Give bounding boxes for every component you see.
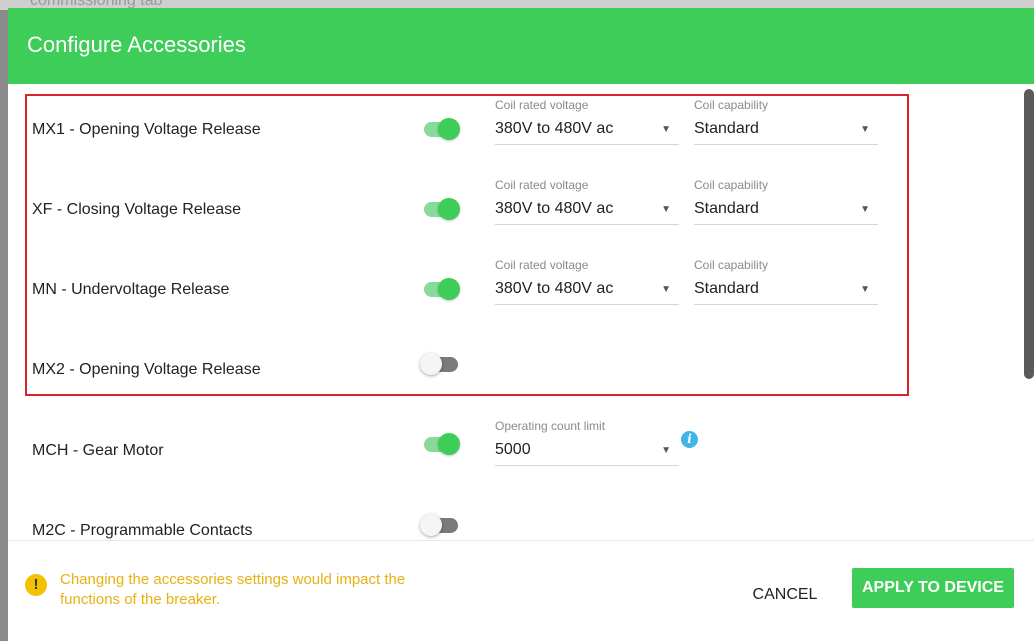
warning-text: Changing the accessories settings would …: [60, 571, 406, 608]
toggle-knob: [420, 514, 442, 536]
info-icon[interactable]: i: [681, 431, 698, 448]
dialog-header: Configure Accessories: [8, 8, 1034, 84]
warning-icon: !: [25, 574, 47, 596]
select-label: Operating count limit: [495, 419, 606, 433]
accessory-label: M2C - Programmable Contacts: [32, 522, 253, 539]
apply-to-device-button[interactable]: APPLY TO DEVICE: [852, 568, 1014, 608]
highlight-box: [25, 94, 909, 396]
chevron-down-icon: ▼: [661, 445, 671, 456]
accessory-row-m2c: M2C - Programmable Contacts: [8, 498, 1018, 540]
dialog-footer: ! Changing the accessories settings woul…: [8, 540, 1034, 641]
accessory-row-mch: MCH - Gear Motor Operating count limit 5…: [8, 418, 1018, 498]
accessory-toggle-mch[interactable]: [420, 433, 460, 455]
select-underline: [495, 465, 679, 466]
accessory-label: MCH - Gear Motor: [32, 442, 164, 459]
configure-accessories-dialog: Configure Accessories MX1 - Opening Volt…: [8, 8, 1034, 641]
cancel-button[interactable]: CANCEL: [740, 577, 830, 613]
select-value: 5000: [495, 441, 531, 458]
dialog-title: Configure Accessories: [27, 32, 246, 57]
operating-count-limit-select[interactable]: Operating count limit 5000 ▼: [495, 419, 679, 467]
accessory-toggle-m2c[interactable]: [420, 514, 460, 536]
toggle-knob: [438, 433, 460, 455]
scrollbar[interactable]: [1024, 89, 1034, 379]
